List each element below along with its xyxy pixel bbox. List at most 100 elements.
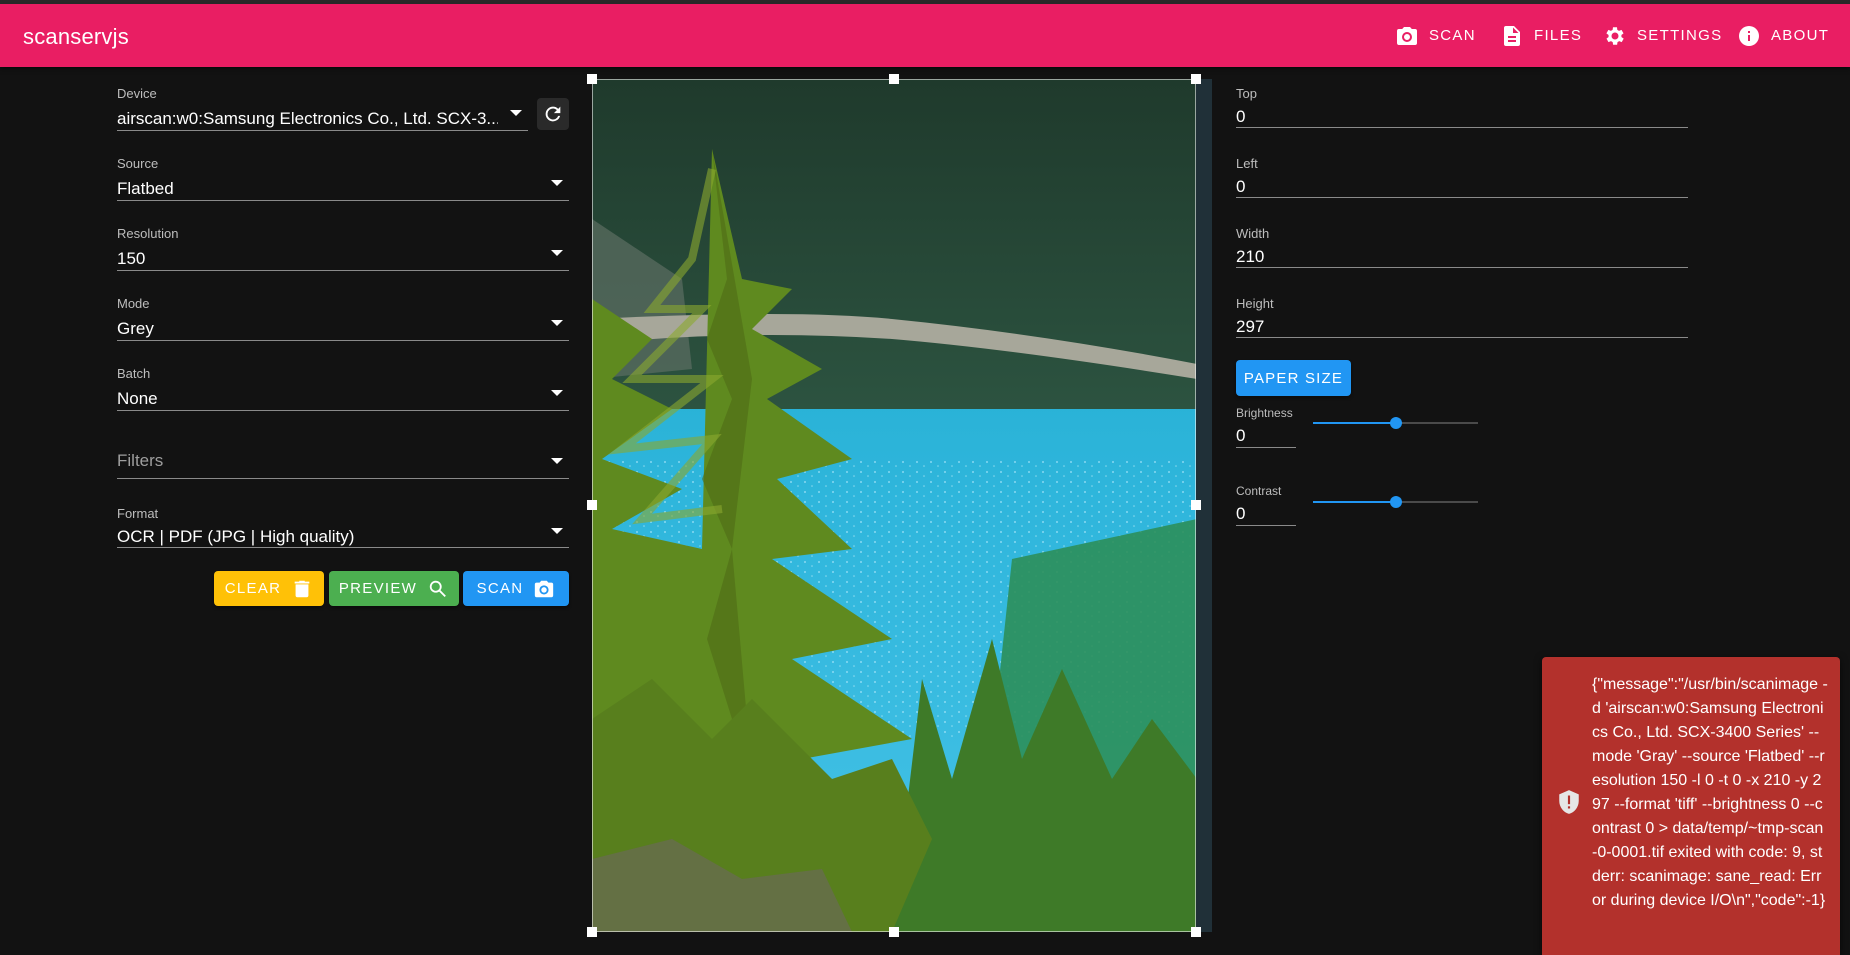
crop-handle-top-right[interactable] (1191, 74, 1201, 84)
height-input[interactable]: Height 297 (1236, 296, 1688, 338)
source-underline (117, 200, 569, 201)
width-input[interactable]: Width 210 (1236, 226, 1688, 268)
contrast-value: 0 (1236, 504, 1246, 523)
info-icon (1739, 25, 1759, 46)
file-document-icon (1504, 25, 1520, 46)
resolution-select[interactable]: Resolution 150 (117, 226, 569, 271)
nav-scan[interactable]: SCAN (1395, 4, 1476, 67)
paper-size-button[interactable]: PAPER SIZE (1236, 360, 1351, 396)
brightness-underline (1236, 447, 1296, 448)
format-select[interactable]: Format OCR | PDF (JPG | High quality) (117, 506, 569, 548)
brightness-label: Brightness (1236, 406, 1293, 420)
brightness-input[interactable]: Brightness 0 (1236, 405, 1296, 448)
error-message: {"message":"/usr/bin/scanimage -d 'airsc… (1592, 676, 1828, 909)
batch-value: None (117, 389, 158, 408)
crop-handle-top-left[interactable] (587, 74, 597, 84)
nav-files[interactable]: FILES (1500, 4, 1582, 67)
refresh-icon (545, 106, 561, 122)
filters-select[interactable]: Filters (117, 445, 569, 479)
app-bar: scanservjs SCAN FILES SETTINGS ABOUT (0, 4, 1850, 67)
width-underline (1236, 267, 1688, 268)
format-value: OCR | PDF (JPG | High quality) (117, 527, 355, 546)
preview-button-label: PREVIEW (338, 580, 418, 597)
camera-icon (535, 580, 554, 597)
format-label: Format (117, 506, 159, 521)
crop-handle-left[interactable] (587, 500, 597, 510)
filters-placeholder: Filters (117, 451, 164, 470)
height-label: Height (1236, 296, 1274, 311)
chevron-down-icon (551, 528, 563, 534)
camera-icon (1397, 26, 1417, 45)
chevron-down-icon (551, 180, 563, 186)
resolution-value: 150 (117, 249, 146, 268)
chevron-down-icon (551, 250, 563, 256)
contrast-input[interactable]: Contrast 0 (1236, 483, 1296, 526)
mode-select[interactable]: Mode Grey (117, 296, 569, 341)
trash-icon (294, 580, 310, 597)
crop-handle-bottom-left[interactable] (587, 927, 597, 937)
clear-button[interactable]: CLEAR (214, 571, 324, 606)
nav-files-label: FILES (1534, 27, 1583, 44)
source-value: Flatbed (117, 179, 174, 198)
source-label: Source (117, 156, 159, 171)
shield-alert-icon (1559, 790, 1579, 814)
left-underline (1236, 197, 1688, 198)
nav-about-label: ABOUT (1771, 27, 1830, 44)
contrast-slider-thumb[interactable] (1390, 496, 1402, 508)
clear-button-label: CLEAR (224, 580, 282, 597)
scan-button[interactable]: SCAN (463, 571, 569, 606)
batch-underline (117, 410, 569, 411)
top-underline (1236, 127, 1688, 128)
device-label: Device (117, 86, 157, 101)
height-underline (1236, 337, 1688, 338)
mode-underline (117, 340, 569, 341)
app-title[interactable]: scanservjs (23, 24, 129, 50)
width-label: Width (1236, 226, 1270, 241)
batch-label: Batch (117, 366, 151, 381)
resolution-label: Resolution (117, 226, 179, 241)
chevron-down-icon (551, 320, 563, 326)
nav-scan-label: SCAN (1429, 27, 1476, 44)
crop-rectangle[interactable] (592, 79, 1196, 932)
format-underline (117, 547, 569, 548)
device-value: airscan:w0:Samsung Electronics Co., Ltd.… (117, 109, 498, 128)
filters-underline (117, 478, 569, 479)
batch-select[interactable]: Batch None (117, 366, 569, 411)
chevron-down-icon (551, 390, 563, 396)
mode-value: Grey (117, 319, 154, 338)
scan-button-label: SCAN (476, 580, 524, 597)
device-select[interactable]: Device airscan:w0:Samsung Electronics Co… (117, 86, 528, 131)
nav-settings-label: SETTINGS (1637, 27, 1723, 44)
left-input[interactable]: Left 0 (1236, 156, 1688, 198)
top-value: 0 (1236, 107, 1246, 126)
left-value: 0 (1236, 177, 1246, 196)
left-label: Left (1236, 156, 1258, 171)
mode-label: Mode (117, 296, 150, 311)
gear-icon (1606, 26, 1624, 45)
brightness-slider-fill (1313, 422, 1396, 424)
contrast-underline (1236, 525, 1296, 526)
resolution-underline (117, 270, 569, 271)
refresh-devices-button[interactable] (537, 98, 569, 130)
chevron-down-icon (551, 458, 563, 464)
brightness-value: 0 (1236, 426, 1246, 445)
preview-button[interactable]: PREVIEW (329, 571, 459, 606)
crop-handle-bottom[interactable] (889, 927, 899, 937)
height-value: 297 (1236, 317, 1265, 336)
error-toast[interactable]: {"message":"/usr/bin/scanimage -d 'airsc… (1542, 657, 1840, 955)
crop-handle-right[interactable] (1191, 500, 1201, 510)
crop-handle-top[interactable] (889, 74, 899, 84)
brightness-slider-thumb[interactable] (1390, 417, 1402, 429)
contrast-slider-fill (1313, 501, 1396, 503)
nav-about[interactable]: ABOUT (1737, 4, 1829, 67)
nav-settings[interactable]: SETTINGS (1603, 4, 1722, 67)
contrast-label: Contrast (1236, 484, 1282, 498)
crop-handle-bottom-right[interactable] (1191, 927, 1201, 937)
top-input[interactable]: Top 0 (1236, 86, 1688, 128)
width-value: 210 (1236, 247, 1265, 266)
source-select[interactable]: Source Flatbed (117, 156, 569, 201)
top-label: Top (1236, 86, 1257, 101)
magnify-icon (429, 580, 447, 597)
device-underline (117, 130, 528, 131)
chevron-down-icon (510, 110, 522, 116)
